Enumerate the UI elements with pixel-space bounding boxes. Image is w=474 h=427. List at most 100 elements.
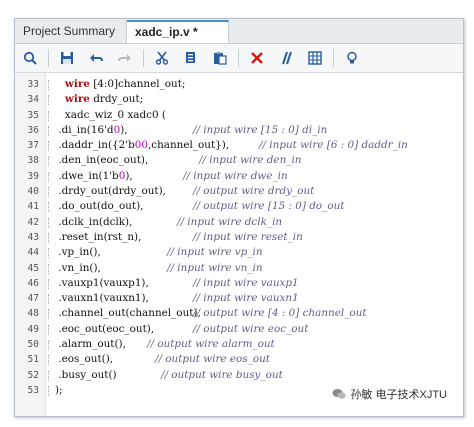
code-comment: // input wire reset_in	[193, 230, 303, 243]
code-body: .eos_out(),	[58, 353, 114, 366]
code-line[interactable]: 33 wire [4:0]channel_out;	[15, 77, 463, 92]
code-comment: // output wire drdy_out	[193, 185, 315, 198]
indent-guide	[48, 156, 51, 167]
code-editor[interactable]: 33 wire [4:0]channel_out; 34 wire drdy_ou…	[15, 73, 463, 416]
keyword: wire	[64, 78, 90, 90]
code-body: .vn_in(),	[58, 261, 101, 274]
code-comment: // input wire den_in	[199, 154, 302, 167]
code-line[interactable]: 45 .vn_in(), // input wire vn_in	[15, 261, 463, 276]
code-comment: // input wire vauxn1	[193, 292, 299, 305]
line-number: 50	[27, 339, 39, 351]
line-number: 52	[27, 369, 39, 381]
indent-guide	[48, 217, 51, 228]
code-line[interactable]: 37 .daddr_in({2'b00,channel_out}), // inp…	[15, 138, 463, 153]
line-number: 51	[27, 354, 39, 366]
code-line[interactable]: 36 .di_in(16'd0), // input wire [15 : 0] …	[15, 123, 463, 138]
code-text: .vn_in(),	[55, 261, 101, 276]
code-text: .vauxn1(vauxn1),	[55, 291, 149, 306]
code-comment: // input wire [6 : 0] daddr_in	[259, 139, 408, 152]
delete-icon[interactable]	[246, 47, 268, 69]
code-body: .vauxp1(vauxp1),	[58, 276, 149, 289]
indent-guide	[48, 324, 51, 335]
code-line[interactable]: 38 .den_in(eoc_out), // input wire den_in	[15, 153, 463, 168]
code-line[interactable]: 34 wire drdy_out;	[15, 92, 463, 107]
save-icon[interactable]	[56, 47, 78, 69]
code-line[interactable]: 41 .do_out(do_out), // output wire [15 : …	[15, 199, 463, 214]
line-number: 38	[27, 155, 39, 167]
code-text: wire [4:0]channel_out;	[55, 77, 186, 92]
code-line[interactable]: 50 .alarm_out(), // output wire alarm_out	[15, 337, 463, 352]
toolbar-separator	[143, 49, 144, 67]
search-icon[interactable]	[19, 47, 41, 69]
code-body: drdy_out;	[89, 93, 144, 106]
tab-bar: Project Summary xadc_ip.v *	[15, 19, 463, 44]
line-number: 44	[27, 247, 39, 259]
lightbulb-icon[interactable]	[341, 47, 363, 69]
code-body: .eoc_out(eoc_out),	[58, 322, 155, 335]
code-line[interactable]: 44 .vp_in(), // input wire vp_in	[15, 245, 463, 260]
indent-guide	[48, 309, 51, 320]
indent-guide	[48, 370, 51, 381]
code-comment: // output wire alarm_out	[147, 338, 275, 351]
tab-project-summary[interactable]: Project Summary	[15, 20, 127, 43]
code-body: [4:0]channel_out;	[89, 78, 186, 90]
toolbar-separator	[333, 49, 334, 67]
toolbar-separator	[238, 49, 239, 67]
indent-guide	[48, 294, 51, 305]
cut-icon[interactable]	[151, 47, 173, 69]
indent-guide	[48, 340, 51, 351]
code-text: xadc_wiz_0 xadc0 (	[55, 108, 166, 123]
line-number: 35	[27, 109, 39, 121]
code-text: .eoc_out(eoc_out),	[55, 322, 154, 337]
code-body: xadc_wiz_0 xadc0 (	[64, 108, 166, 121]
code-line[interactable]: 49 .eoc_out(eoc_out), // output wire eoc_…	[15, 322, 463, 337]
code-text: .dwe_in(1'b0),	[55, 169, 132, 184]
paste-icon[interactable]	[209, 47, 231, 69]
code-body: .vauxn1(vauxn1),	[58, 292, 149, 305]
code-line[interactable]: 48 .channel_out(channel_out),// output w…	[15, 306, 463, 321]
code-body: .daddr_in({2'b00,channel_out}),	[58, 139, 230, 152]
code-body: .reset_in(rst_n),	[58, 230, 142, 243]
code-line[interactable]: 52 .busy_out() // output wire busy_out	[15, 368, 463, 383]
code-text: .daddr_in({2'b00,channel_out}),	[55, 138, 229, 153]
redo-icon[interactable]	[114, 47, 136, 69]
code-body: .dclk_in(dclk),	[58, 215, 133, 228]
line-number: 53	[27, 384, 39, 396]
line-number: 42	[27, 216, 39, 228]
code-line[interactable]: 39 .dwe_in(1'b0), // input wire dwe_in	[15, 169, 463, 184]
comment-icon[interactable]	[275, 47, 297, 69]
code-line[interactable]: 43 .reset_in(rst_n), // input wire reset_…	[15, 230, 463, 245]
line-number: 47	[27, 293, 39, 305]
code-comment: // input wire dwe_in	[183, 169, 288, 182]
indent-guide	[48, 187, 51, 198]
code-line[interactable]: 42 .dclk_in(dclk), // input wire dclk_in	[15, 215, 463, 230]
indent-guide	[48, 202, 51, 213]
wechat-icon	[332, 389, 346, 399]
code-body: .drdy_out(drdy_out),	[58, 185, 166, 198]
undo-icon[interactable]	[85, 47, 107, 69]
indent-guide	[48, 141, 51, 152]
code-lines: 33 wire [4:0]channel_out; 34 wire drdy_ou…	[15, 77, 463, 398]
code-text: .do_out(do_out),	[55, 199, 143, 214]
code-line[interactable]: 40 .drdy_out(drdy_out), // output wire dr…	[15, 184, 463, 199]
columns-icon[interactable]	[304, 47, 326, 69]
editor-window: Project Summary xadc_ip.v * 33 wire [4:0…	[14, 18, 464, 417]
code-line[interactable]: 46 .vauxp1(vauxp1), // input wire vauxp1	[15, 276, 463, 291]
code-text: .vp_in(),	[55, 245, 101, 260]
code-text: );	[55, 383, 63, 398]
code-line[interactable]: 51 .eos_out(), // output wire eos_out	[15, 352, 463, 367]
indent-guide	[48, 80, 51, 90]
code-text: .reset_in(rst_n),	[55, 230, 141, 245]
code-body: .di_in(16'd0),	[58, 123, 128, 136]
code-line[interactable]: 35 xadc_wiz_0 xadc0 (	[15, 108, 463, 123]
tab-xadc-ip[interactable]: xadc_ip.v *	[127, 20, 229, 43]
indent-guide	[48, 385, 51, 396]
indent-guide	[48, 248, 51, 259]
copy-icon[interactable]	[180, 47, 202, 69]
line-number: 45	[27, 262, 39, 274]
indent-guide	[48, 263, 51, 274]
code-line[interactable]: 47 .vauxn1(vauxn1), // input wire vauxn1	[15, 291, 463, 306]
code-body: .vp_in(),	[58, 246, 101, 259]
